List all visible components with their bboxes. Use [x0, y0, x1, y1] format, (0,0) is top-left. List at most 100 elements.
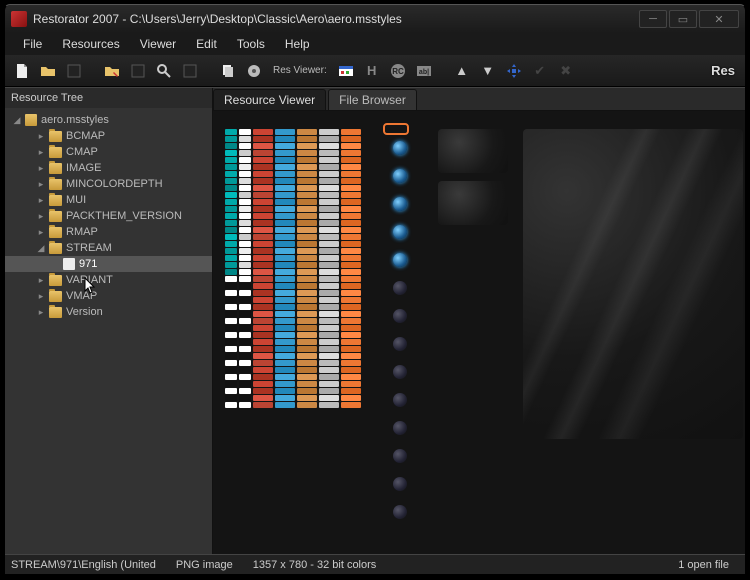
new-file-icon[interactable]: [11, 60, 33, 82]
folder-icon: [49, 243, 62, 254]
expand-icon[interactable]: ▸: [35, 163, 47, 174]
folder-icon: [49, 227, 62, 238]
arrow-down-icon[interactable]: ▼: [477, 60, 499, 82]
tree-item[interactable]: ▸ IMAGE: [5, 160, 212, 176]
expand-icon[interactable]: ▸: [35, 147, 47, 158]
viewer-tabs: Resource Viewer File Browser: [213, 88, 745, 110]
tree-item[interactable]: ▸PACKTHEM_VERSION: [5, 208, 212, 224]
tree-item[interactable]: ▸ VMAP: [5, 288, 212, 304]
window-title: Restorator 2007 - C:\Users\Jerry\Desktop…: [33, 12, 639, 26]
tool-icon-2[interactable]: [179, 60, 201, 82]
expand-icon[interactable]: ▸: [35, 227, 47, 238]
arrow-up-icon[interactable]: ▲: [451, 60, 473, 82]
resource-canvas[interactable]: [213, 110, 745, 554]
folder-icon: [49, 211, 62, 222]
tree-item[interactable]: ▸ RMAP: [5, 224, 212, 240]
expand-icon[interactable]: ▸: [35, 179, 47, 190]
maximize-button[interactable]: ▭: [669, 10, 697, 28]
tree-item-label: MINCOLORDEPTH: [66, 178, 163, 190]
folder-icon: [49, 195, 62, 206]
menu-help[interactable]: Help: [277, 35, 318, 53]
app-window: Restorator 2007 - C:\Users\Jerry\Desktop…: [4, 4, 746, 575]
menu-viewer[interactable]: Viewer: [132, 35, 184, 53]
tree-item-label: RMAP: [66, 226, 98, 238]
tree-item[interactable]: ▸Version: [5, 304, 212, 320]
menu-edit[interactable]: Edit: [188, 35, 225, 53]
tree-root[interactable]: ◢ aero.msstyles: [5, 112, 212, 128]
svg-text:RC: RC: [392, 67, 404, 76]
tree-item[interactable]: ▸ MUI: [5, 192, 212, 208]
tool-icon-1[interactable]: [127, 60, 149, 82]
tree-item-label: VMAP: [66, 290, 97, 302]
move-icon[interactable]: [503, 60, 525, 82]
viewer-h-icon[interactable]: H: [361, 60, 383, 82]
radio-sprite: [393, 477, 407, 491]
glass-preview-1: [438, 129, 508, 173]
viewer-ab-icon[interactable]: ab|: [413, 60, 435, 82]
menu-resources[interactable]: Resources: [54, 35, 127, 53]
tree-item[interactable]: ◢ STREAM: [5, 240, 212, 256]
tree-item[interactable]: 971: [5, 256, 212, 272]
main-split: Resource Tree ◢ aero.msstyles ▸BCMAP▸CMA…: [5, 87, 745, 554]
folder-icon: [49, 179, 62, 190]
collapse-icon[interactable]: ◢: [35, 243, 47, 254]
statusbar: STREAM\971\English (United PNG image 135…: [5, 554, 745, 574]
window-controls: ─ ▭ ✕: [639, 10, 739, 28]
radio-sprite: [393, 225, 407, 239]
copy-icon[interactable]: [217, 60, 239, 82]
sidebar: Resource Tree ◢ aero.msstyles ▸BCMAP▸CMA…: [5, 88, 213, 554]
minimize-button[interactable]: ─: [639, 10, 667, 28]
tree-item-label: MUI: [66, 194, 86, 206]
tree-item[interactable]: ▸CMAP: [5, 144, 212, 160]
status-path: STREAM\971\English (United: [11, 559, 166, 571]
radio-sprites: [393, 141, 407, 519]
tree-item[interactable]: ▸ VARIANT: [5, 272, 212, 288]
highlight-chip: [383, 123, 409, 135]
viewer-image-icon[interactable]: [335, 60, 357, 82]
expand-icon[interactable]: ▸: [35, 195, 47, 206]
resource-tree[interactable]: ◢ aero.msstyles ▸BCMAP▸CMAP▸IMAGE▸MINCOL…: [5, 108, 212, 554]
expand-icon[interactable]: ▸: [35, 131, 47, 142]
tree-root-label: aero.msstyles: [41, 114, 109, 126]
open-folder-icon[interactable]: [101, 60, 123, 82]
status-dims: 1357 x 780 - 32 bit colors: [243, 559, 387, 571]
tree-item-label: VARIANT: [66, 274, 113, 286]
toolbar: Res Viewer: H RC ab| ▲ ▼ ✔ ✖ Res: [5, 55, 745, 87]
collapse-icon[interactable]: ◢: [11, 115, 23, 126]
close-button[interactable]: ✕: [699, 10, 739, 28]
menu-tools[interactable]: Tools: [229, 35, 273, 53]
tree-item-label: IMAGE: [66, 162, 101, 174]
check-icon[interactable]: ✔: [529, 60, 551, 82]
folder-icon: [49, 163, 62, 174]
disc-icon[interactable]: [243, 60, 265, 82]
aero-stripe-preview: [523, 129, 743, 439]
cross-icon[interactable]: ✖: [555, 60, 577, 82]
radio-sprite: [393, 169, 407, 183]
tab-resource-viewer[interactable]: Resource Viewer: [213, 89, 326, 110]
tree-item-label: STREAM: [66, 242, 112, 254]
sidebar-header: Resource Tree: [5, 88, 212, 108]
menu-file[interactable]: File: [15, 35, 50, 53]
radio-sprite: [393, 505, 407, 519]
tree-item[interactable]: ▸BCMAP: [5, 128, 212, 144]
radio-sprite: [393, 365, 407, 379]
tree-item[interactable]: ▸ MINCOLORDEPTH: [5, 176, 212, 192]
expand-icon[interactable]: ▸: [35, 211, 47, 222]
app-icon: [11, 11, 27, 27]
radio-sprite: [393, 337, 407, 351]
viewer-rc-icon[interactable]: RC: [387, 60, 409, 82]
status-type: PNG image: [166, 559, 243, 571]
radio-sprite: [393, 141, 407, 155]
ms-file-icon: [25, 114, 37, 126]
open-file-icon[interactable]: [37, 60, 59, 82]
search-icon[interactable]: [153, 60, 175, 82]
radio-sprite: [393, 393, 407, 407]
expand-icon[interactable]: ▸: [35, 291, 47, 302]
save-icon[interactable]: [63, 60, 85, 82]
tab-file-browser[interactable]: File Browser: [328, 89, 417, 110]
expand-icon[interactable]: ▸: [35, 307, 47, 318]
folder-icon: [49, 131, 62, 142]
expand-icon[interactable]: ▸: [35, 275, 47, 286]
folder-icon: [49, 291, 62, 302]
svg-text:ab|: ab|: [419, 69, 429, 76]
